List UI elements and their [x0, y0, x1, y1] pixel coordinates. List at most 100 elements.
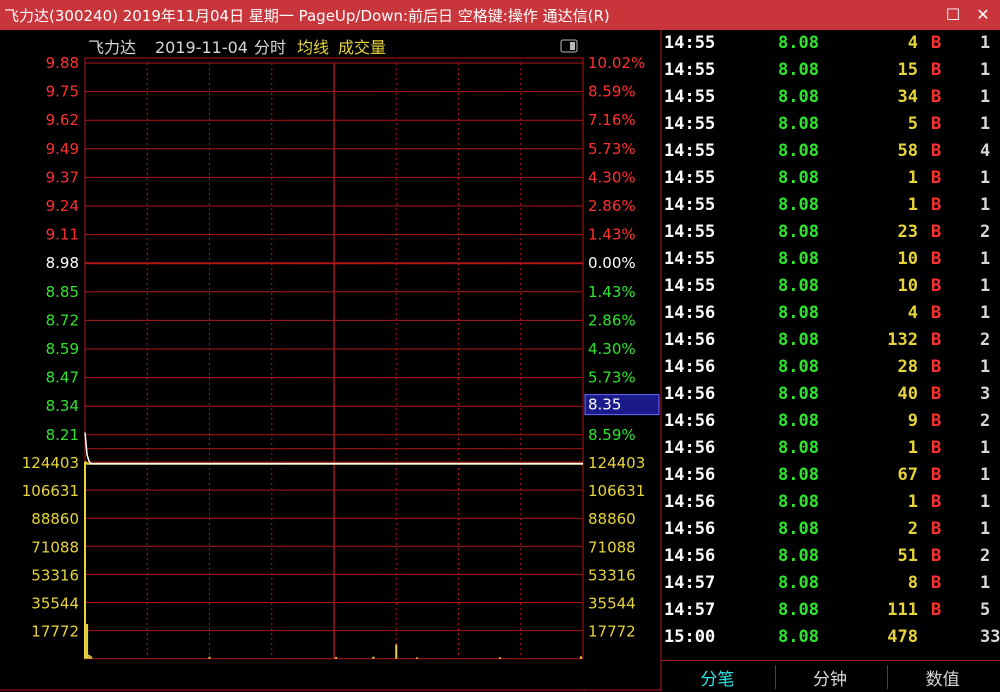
tick-row: 14:55 8.08 34 B 1: [662, 84, 1000, 111]
price-tick-label: 8.85: [46, 283, 79, 301]
tick-row: 14:55 8.08 10 B 1: [662, 246, 1000, 273]
maximize-button[interactable]: ☐: [942, 4, 964, 26]
tick-count: 33: [980, 627, 1000, 647]
tick-side: B: [931, 465, 942, 485]
tick-count: 1: [980, 168, 991, 188]
tick-volume: 5: [907, 114, 918, 134]
tick-count: 2: [980, 546, 991, 566]
percent-tick-label: 4.30%: [588, 168, 636, 186]
intraday-chart[interactable]: 9.88 9.75 9.62 9.49 9.37 9.24 9.11 8.98 8.85 8.72…: [0, 30, 662, 691]
tick-volume: 23: [897, 222, 918, 242]
tick-volume: 1: [907, 438, 918, 458]
tick-count: 2: [980, 330, 991, 350]
tick-side: B: [931, 303, 942, 323]
tick-side: B: [931, 411, 942, 431]
tick-count: 1: [980, 438, 991, 458]
tick-list[interactable]: 14:55 8.08 4 B 1 14:55 8.08 15 B 1 14:55 8.08 34 B 1 14…: [662, 30, 1000, 660]
tick-time: 14:55: [664, 33, 716, 53]
tick-count: 1: [980, 357, 991, 377]
tick-volume: 1: [907, 168, 918, 188]
percent-tick-label: 5.73%: [588, 369, 636, 387]
percent-tick-label: 10.02%: [588, 54, 645, 72]
percent-tick-label: 8.59%: [588, 426, 636, 444]
close-button[interactable]: ✕: [972, 4, 994, 26]
tick-side: B: [931, 141, 942, 161]
tick-price: 8.08: [778, 357, 819, 377]
tick-count: 1: [980, 249, 991, 269]
tick-count: 1: [980, 87, 991, 107]
tick-price: 8.08: [778, 60, 819, 80]
volume-tick-label: 35544: [31, 595, 79, 613]
volume-tick-label-right: 71088: [588, 538, 636, 556]
tick-count: 4: [980, 141, 991, 161]
tick-volume: 478: [887, 627, 918, 647]
tick-row: 14:56 8.08 1 B 1: [662, 435, 1000, 462]
tick-time: 14:56: [664, 492, 716, 512]
tick-time: 14:56: [664, 357, 716, 377]
tick-price: 8.08: [778, 330, 819, 350]
tick-side: B: [931, 222, 942, 242]
tick-side: B: [931, 195, 942, 215]
tick-volume: 58: [897, 141, 918, 161]
tab-values[interactable]: 数值: [926, 665, 960, 690]
tick-row: 14:55 8.08 15 B 1: [662, 57, 1000, 84]
chart-mode: 分时: [254, 38, 286, 57]
tick-side: B: [931, 573, 942, 593]
title-bar: 飞力达(300240) 2019年11月04日 星期一 PageUp/Down:…: [0, 0, 1000, 30]
cursor-price-label: 8.35: [588, 396, 621, 414]
price-tick-label: 9.24: [46, 197, 79, 215]
tick-price: 8.08: [778, 195, 819, 215]
price-tick-label: 9.11: [46, 226, 79, 244]
tick-price: 8.08: [778, 573, 819, 593]
tick-price: 8.08: [778, 465, 819, 485]
volume-tick-label-right: 88860: [588, 510, 636, 528]
tick-row: 14:55 8.08 4 B 1: [662, 30, 1000, 57]
tab-separator: [774, 665, 776, 689]
tick-volume: 9: [907, 411, 918, 431]
tick-price: 8.08: [778, 222, 819, 242]
tick-count: 1: [980, 276, 991, 296]
tick-price: 8.08: [778, 87, 819, 107]
tick-price: 8.08: [778, 141, 819, 161]
tick-time: 14:57: [664, 573, 716, 593]
volume-tick-label: 53316: [31, 566, 79, 584]
tick-price: 8.08: [778, 627, 819, 647]
tick-row: 14:56 8.08 4 B 1: [662, 300, 1000, 327]
tick-volume: 10: [897, 276, 918, 296]
volume-tick-label-right: 17772: [588, 623, 636, 641]
tick-row: 14:56 8.08 28 B 1: [662, 354, 1000, 381]
tick-count: 1: [980, 519, 991, 539]
volume-tick-label: 71088: [31, 538, 79, 556]
percent-tick-label: 0.00%: [588, 254, 636, 272]
price-tick-label: 9.62: [46, 111, 79, 129]
tick-time: 14:55: [664, 249, 716, 269]
tick-row: 14:56 8.08 40 B 3: [662, 381, 1000, 408]
tick-row: 14:56 8.08 9 B 2: [662, 408, 1000, 435]
tab-minutes[interactable]: 分钟: [813, 665, 847, 690]
tick-volume: 15: [897, 60, 918, 80]
tab-ticks[interactable]: 分笔: [700, 665, 734, 690]
tick-volume: 51: [897, 546, 918, 566]
volume-legend: 成交量: [338, 38, 386, 57]
percent-tick-label: 2.86%: [588, 197, 636, 215]
tick-row: 14:57 8.08 111 B 5: [662, 597, 1000, 624]
tick-side: B: [931, 276, 942, 296]
tick-time: 14:56: [664, 384, 716, 404]
tick-count: 1: [980, 465, 991, 485]
price-tick-label: 8.59: [46, 340, 79, 358]
tick-time: 14:57: [664, 600, 716, 620]
tick-volume: 40: [897, 384, 918, 404]
tick-row: 14:55 8.08 10 B 1: [662, 273, 1000, 300]
tick-row: 14:57 8.08 8 B 1: [662, 570, 1000, 597]
tick-price: 8.08: [778, 168, 819, 188]
tick-side: B: [931, 384, 942, 404]
tick-count: 1: [980, 60, 991, 80]
tick-price: 8.08: [778, 492, 819, 512]
tick-side: B: [931, 546, 942, 566]
tick-price: 8.08: [778, 519, 819, 539]
tick-row: 14:55 8.08 23 B 2: [662, 219, 1000, 246]
tick-count: 1: [980, 303, 991, 323]
tick-count: 1: [980, 33, 991, 53]
tick-side: B: [931, 33, 942, 53]
tick-time: 14:55: [664, 168, 716, 188]
